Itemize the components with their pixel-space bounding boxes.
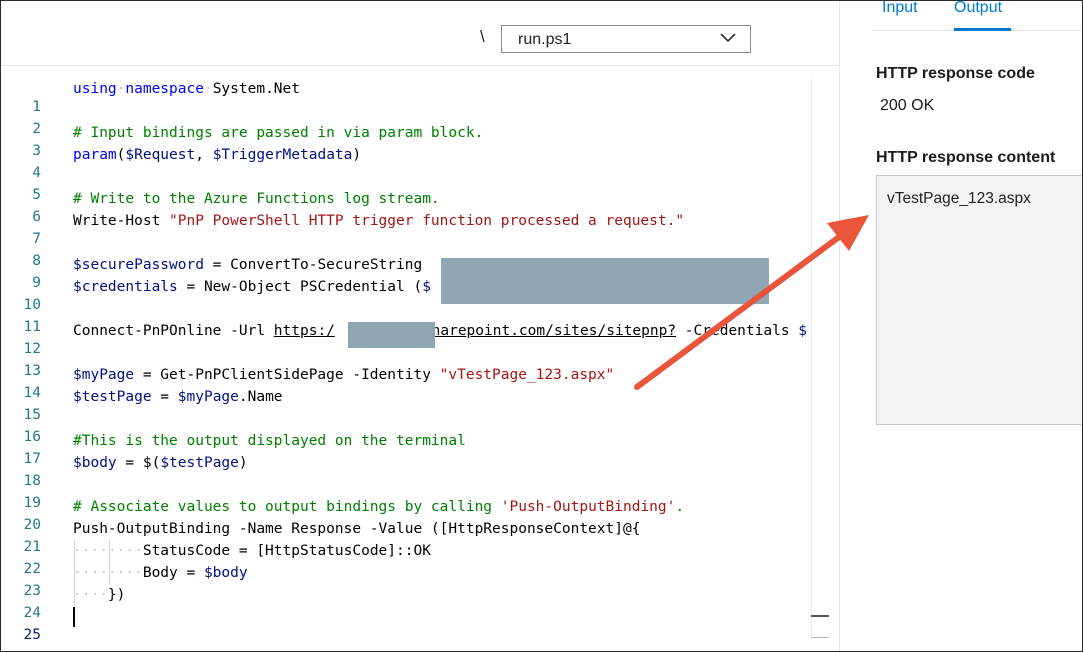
code-variable: $myPage [73,367,135,383]
code-url[interactable]: https:/ [274,323,335,339]
code-line: 16 [1,408,839,445]
code-variable: $testPage [73,389,152,405]
code-comment: # Associate values to output bindings by… [73,499,501,515]
code-variable: $credentials [73,279,178,295]
code-line: 21 Push-OutputBinding -Name Response -Va… [1,518,839,555]
chevron-down-icon [720,33,736,43]
test-run-panel: Input Output HTTP response code 200 OK H… [839,1,1082,651]
indent-guide [74,540,75,606]
code-variable: $testPage [160,455,239,471]
response-code-label: HTTP response code [876,65,1035,82]
response-code-value: 200 OK [880,97,935,114]
code-comment: . [675,499,685,515]
code-string: 'Push-OutputBinding' [500,499,676,515]
code-line: 4 param($Request, $TriggerMetadata) [1,144,839,181]
file-select-dropdown[interactable]: run.ps1 [501,25,751,53]
editor-toolbar: \ run.ps1 [1,1,839,65]
whitespace-marker: ···· [73,587,108,603]
code-line: 7 Write-Host "PnP PowerShell HTTP trigge… [1,210,839,247]
code-text: Body = [142,565,204,581]
code-line: 18 $body = $($testPage) [1,452,839,489]
code-line-current: 25 [1,606,839,643]
tab-input[interactable]: Input [882,1,918,21]
code-text: = Get-PnPClientSidePage -Identity [134,367,440,383]
code-comment: # Input bindings are passed in via param… [73,125,484,141]
app-window: \ run.ps1 1 using·namespace·System.Net 2… [0,0,1083,652]
code-string: "PnP PowerShell HTTP trigger function pr… [169,213,685,229]
code-variable: $body [73,455,117,471]
code-text: -Credentials [676,323,799,339]
code-line: 15 $testPage = $myPage.Name [1,386,839,423]
code-variable: $ [798,323,808,339]
code-variable: $Request [125,147,196,163]
code-line: 2 [1,100,839,137]
path-separator: \ [480,27,485,46]
code-url[interactable]: sharepoint.com/sites/sitepnp? [423,323,676,339]
code-line: 24 ····}) [1,584,839,621]
text-cursor [73,607,75,627]
code-line: 23 ········Body = $body [1,562,839,599]
code-text: ) [238,455,248,471]
code-line: 19 [1,474,839,511]
code-keyword: using [73,81,117,97]
code-text: System.Net [212,81,301,97]
code-variable: $myPage [177,389,239,405]
whitespace-marker: ········ [73,543,143,559]
code-keyword: param [73,147,117,163]
code-text: Write-Host [73,213,170,229]
code-line: 17 #This is the output displayed on the … [1,430,839,467]
response-content-label: HTTP response content [876,149,1056,166]
file-select-value: run.ps1 [518,31,572,48]
whitespace-marker: ········ [73,565,143,581]
code-variable: $securePassword [73,257,204,273]
response-content-value: vTestPage_123.aspx [887,190,1031,207]
code-text: = ConvertTo-SecureString [203,257,431,273]
code-line: 22 ········StatusCode = [HttpStatusCode]… [1,540,839,577]
code-text: = [151,389,178,405]
code-text: Push-OutputBinding -Name Response -Value… [73,521,641,537]
code-editor[interactable]: 1 using·namespace·System.Net 2 3 # Input… [1,65,839,651]
redaction-block [348,322,435,348]
code-text: .Name [238,389,283,405]
code-line: 6 # Write to the Azure Functions log str… [1,188,839,225]
panel-tab-bar: Input Output [872,1,1082,31]
code-variable: $TriggerMetadata [212,147,353,163]
code-variable: $ [422,279,431,295]
code-text: ) [352,147,362,163]
code-comment: #This is the output displayed on the ter… [73,433,466,449]
code-text: = New-Object PSCredential ( [177,279,423,295]
code-line: 14 $myPage = Get-PnPClientSidePage -Iden… [1,364,839,401]
code-text: Connect-PnPOnline -Url [73,323,274,339]
scrollbar-marker [811,615,829,617]
scrollbar-marker [811,637,829,638]
code-text: , [195,147,213,163]
line-number: 25 [23,627,41,643]
active-tab-indicator [954,28,1011,31]
editor-scrollbar[interactable] [811,77,829,637]
code-line: 3 # Input bindings are passed in via par… [1,122,839,159]
redaction-block [441,258,769,304]
response-content-box[interactable]: vTestPage_123.aspx [876,175,1082,425]
code-comment: # Write to the Azure Functions log strea… [73,191,440,207]
code-variable: $body [203,565,248,581]
code-keyword: namespace [125,81,204,97]
code-line: 8 [1,232,839,269]
code-line: 5 [1,166,839,203]
code-line: 20 # Associate values to output bindings… [1,496,839,533]
indent-guide [109,540,110,584]
code-string: "vTestPage_123.aspx" [439,367,615,383]
code-line: 1 using·namespace·System.Net [1,78,839,115]
code-text: }) [107,587,126,603]
code-text: StatusCode = [HttpStatusCode]::OK [142,543,431,559]
tab-output[interactable]: Output [954,1,1002,21]
code-text: = $( [116,455,161,471]
